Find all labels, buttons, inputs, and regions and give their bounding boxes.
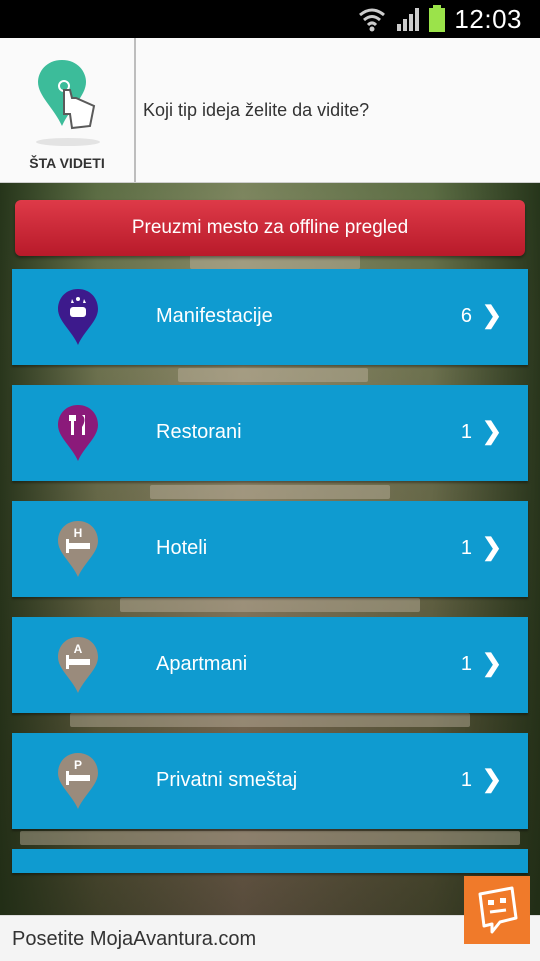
private-accommodation-icon: P xyxy=(58,753,98,809)
wifi-icon xyxy=(359,8,385,32)
category-row-restorani[interactable]: Restorani 1 ❯ xyxy=(12,385,528,481)
category-row-manifestacije[interactable]: Manifestacije 6 ❯ xyxy=(12,269,528,365)
category-count: 1 xyxy=(460,421,472,443)
chevron-right-icon: ❯ xyxy=(481,302,502,329)
chevron-right-icon: ❯ xyxy=(481,534,502,561)
footer-banner[interactable]: Posetite MojaAvantura.com xyxy=(0,915,540,961)
footer-link[interactable]: Posetite MojaAvantura.com xyxy=(12,928,256,951)
category-label: Restorani xyxy=(156,421,242,443)
category-count: 6 xyxy=(460,305,472,327)
offline-download-label: Preuzmi mesto za offline pregled xyxy=(131,217,409,238)
category-count: 1 xyxy=(460,653,472,675)
signal-icon xyxy=(397,8,419,31)
chevron-right-icon: ❯ xyxy=(481,418,502,445)
chevron-right-icon: ❯ xyxy=(481,766,502,793)
status-bar: 12:03 xyxy=(0,0,540,38)
apartment-icon: A xyxy=(58,637,98,693)
feedback-button[interactable] xyxy=(464,876,530,944)
chat-robot-icon xyxy=(478,886,518,934)
sta-videti-button[interactable]: ŠTA VIDETI xyxy=(0,38,136,182)
category-label: Manifestacije xyxy=(156,305,273,327)
category-row-partial[interactable] xyxy=(12,849,528,873)
svg-text:H: H xyxy=(74,526,83,540)
offline-download-button[interactable]: Preuzmi mesto za offline pregled xyxy=(15,200,525,256)
category-label: Privatni smeštaj xyxy=(156,769,298,791)
category-row-apartmani[interactable]: A Apartmani 1 ❯ xyxy=(12,617,528,713)
category-count: 1 xyxy=(460,769,472,791)
hotel-icon: H xyxy=(58,521,98,577)
restaurant-icon xyxy=(58,405,98,461)
svg-text:P: P xyxy=(74,758,82,772)
header: ŠTA VIDETI Koji tip ideja želite da vidi… xyxy=(0,38,540,183)
page-prompt: Koji tip ideja želite da vidite? xyxy=(143,100,370,120)
battery-icon xyxy=(429,5,445,32)
category-label: Hoteli xyxy=(156,537,208,559)
events-icon xyxy=(58,289,98,345)
tap-location-icon xyxy=(36,60,100,146)
category-row-hoteli[interactable]: H Hoteli 1 ❯ xyxy=(12,501,528,597)
category-label: Apartmani xyxy=(156,653,248,675)
svg-text:A: A xyxy=(74,642,83,656)
clock: 12:03 xyxy=(454,4,522,34)
logo-label: ŠTA VIDETI xyxy=(29,155,105,171)
category-row-privatni-smestaj[interactable]: P Privatni smeštaj 1 ❯ xyxy=(12,733,528,829)
chevron-right-icon: ❯ xyxy=(481,650,502,677)
category-count: 1 xyxy=(460,537,472,559)
